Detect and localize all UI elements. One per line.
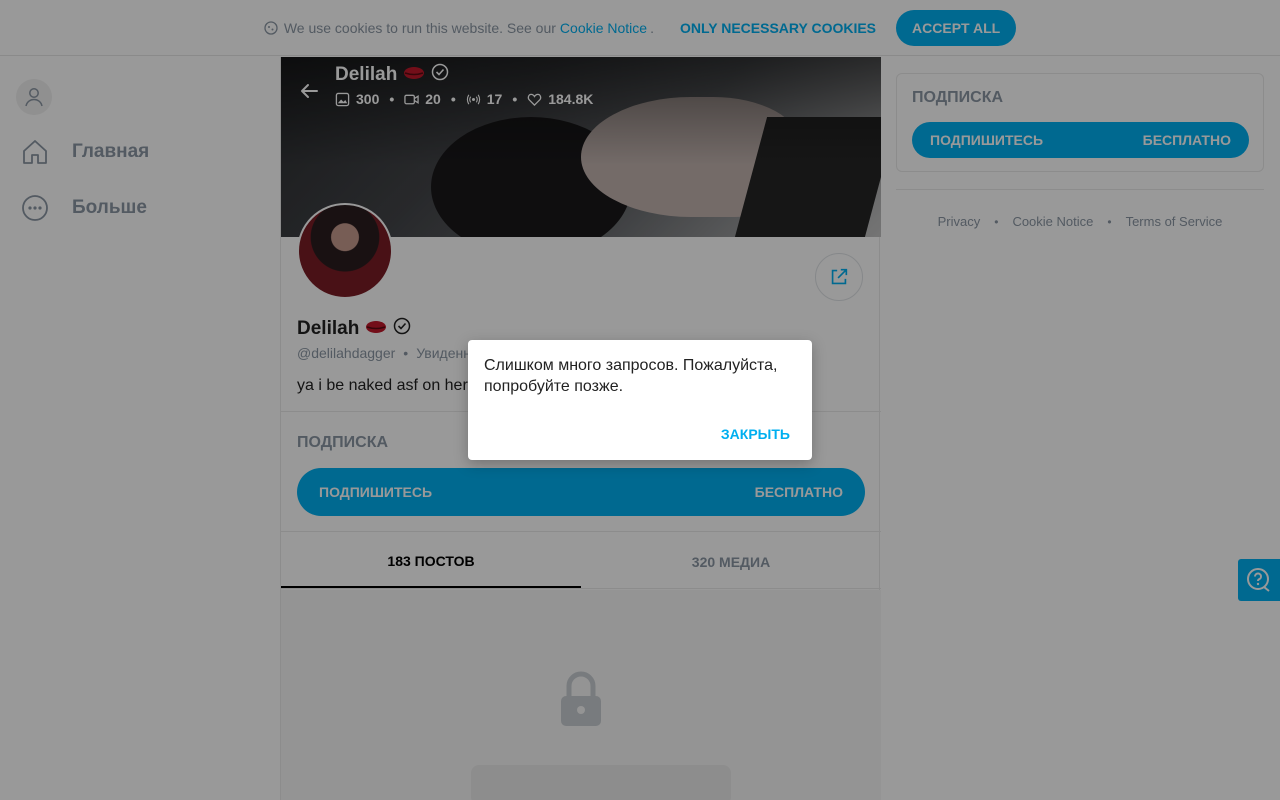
dialog-message: Слишком много запросов. Пожалуйста, попр…	[484, 357, 778, 395]
close-button[interactable]: ЗАКРЫТЬ	[721, 426, 790, 442]
error-dialog: Слишком много запросов. Пожалуйста, попр…	[468, 340, 812, 460]
